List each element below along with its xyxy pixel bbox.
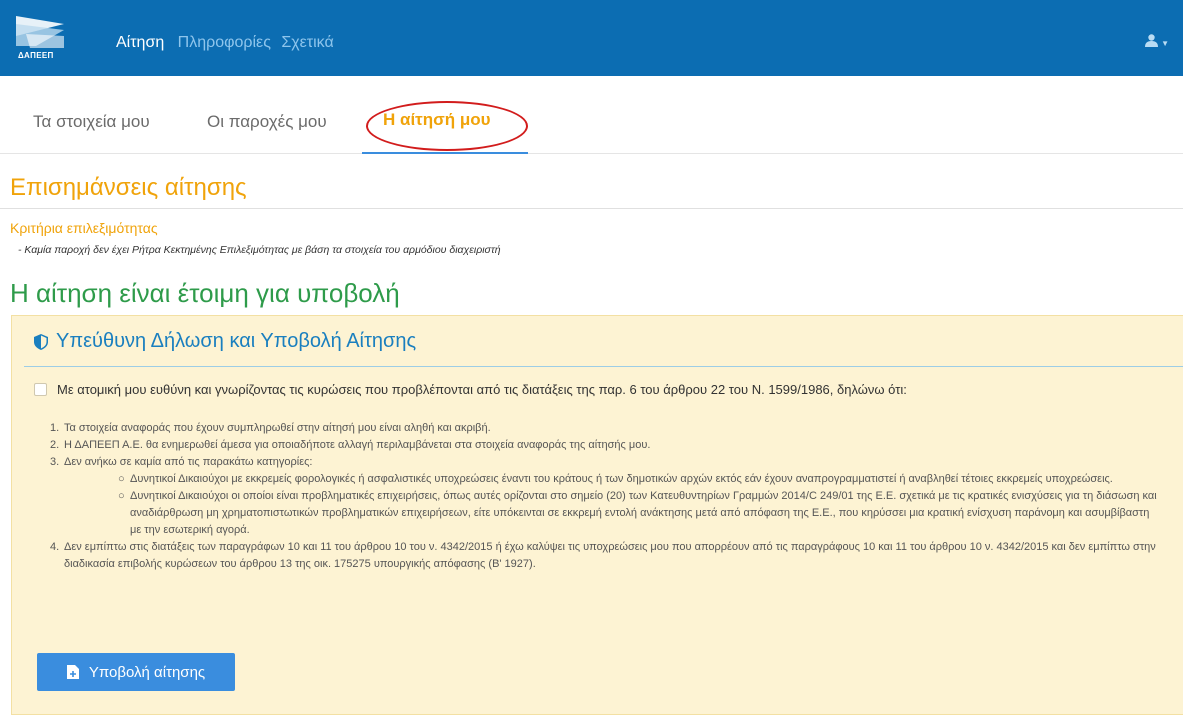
notice-title: Επισημάνσεις αίτησης xyxy=(10,174,247,201)
declaration-text: Με ατομική μου ευθύνη και γνωρίζοντας τι… xyxy=(57,382,907,397)
nav-link-application[interactable]: Αίτηση xyxy=(116,34,164,52)
declaration-items: 1. Τα στοιχεία αναφοράς που έχουν συμπλη… xyxy=(50,420,1160,573)
declaration-checkbox[interactable] xyxy=(34,383,47,396)
list-item: 1. Τα στοιχεία αναφοράς που έχουν συμπλη… xyxy=(50,422,491,434)
list-item: 2. Η ΔΑΠΕΕΠ Α.Ε. θα ενημερωθεί άμεσα για… xyxy=(50,439,651,451)
nav-links: Αίτηση Πληροφορίες Σχετικά xyxy=(116,34,340,52)
chevron-down-icon: ▼ xyxy=(1161,39,1169,48)
submit-label: Υποβολή αίτησης xyxy=(88,663,206,681)
profile-tabs: Τα στοιχεία μου Οι παροχές μου Η αίτησή … xyxy=(0,102,1183,154)
declaration-panel: Υπεύθυνη Δήλωση και Υποβολή Αίτησης Με α… xyxy=(11,315,1183,715)
top-navbar: ΔΑΠΕΕΠ Αίτηση Πληροφορίες Σχετικά ▼ xyxy=(0,0,1183,76)
sub-list-item: ○ Δυνητικοί Δικαιούχοι με εκκρεμείς φορο… xyxy=(50,471,1160,488)
list-item: 4. Δεν εμπίπτω στις διατάξεις των παραγρ… xyxy=(50,541,1156,570)
tab-my-supplies[interactable]: Οι παροχές μου xyxy=(207,112,327,132)
declaration-row: Με ατομική μου ευθύνη και γνωρίζοντας τι… xyxy=(34,382,907,397)
dapeep-logo[interactable]: ΔΑΠΕΕΠ xyxy=(14,16,66,64)
shield-icon xyxy=(34,333,48,350)
logo-icon xyxy=(16,16,64,48)
criteria-title: Κριτήρια επιλεξιμότητας xyxy=(10,220,158,236)
list-item: 3. Δεν ανήκω σε καμία από τις παρακάτω κ… xyxy=(50,456,313,468)
tab-my-details[interactable]: Τα στοιχεία μου xyxy=(33,112,150,132)
bullet-icon: ○ xyxy=(118,490,125,502)
user-menu[interactable]: ▼ xyxy=(1145,34,1169,48)
ready-title: Η αίτηση είναι έτοιμη για υποβολή xyxy=(10,278,400,308)
panel-heading: Υπεύθυνη Δήλωση και Υποβολή Αίτησης xyxy=(34,330,416,353)
panel-divider xyxy=(24,366,1183,367)
nav-link-information[interactable]: Πληροφορίες xyxy=(178,34,271,52)
submit-application-button[interactable]: Υποβολή αίτησης xyxy=(37,653,235,691)
bullet-icon: ○ xyxy=(118,473,125,485)
divider xyxy=(0,208,1183,209)
sub-list-item: ○ Δυνητικοί Δικαιούχοι οι οποίοι είναι π… xyxy=(50,488,1160,539)
criteria-item: - Καμία παροχή δεν έχει Ρήτρα Κεκτημένης… xyxy=(18,244,501,256)
highlight-circle xyxy=(366,101,528,151)
logo-text: ΔΑΠΕΕΠ xyxy=(18,51,54,60)
user-icon xyxy=(1145,34,1159,47)
nav-link-about[interactable]: Σχετικά xyxy=(281,34,333,52)
file-add-icon xyxy=(66,665,79,679)
panel-heading-text: Υπεύθυνη Δήλωση και Υποβολή Αίτησης xyxy=(56,330,417,352)
active-tab-indicator xyxy=(362,152,528,154)
